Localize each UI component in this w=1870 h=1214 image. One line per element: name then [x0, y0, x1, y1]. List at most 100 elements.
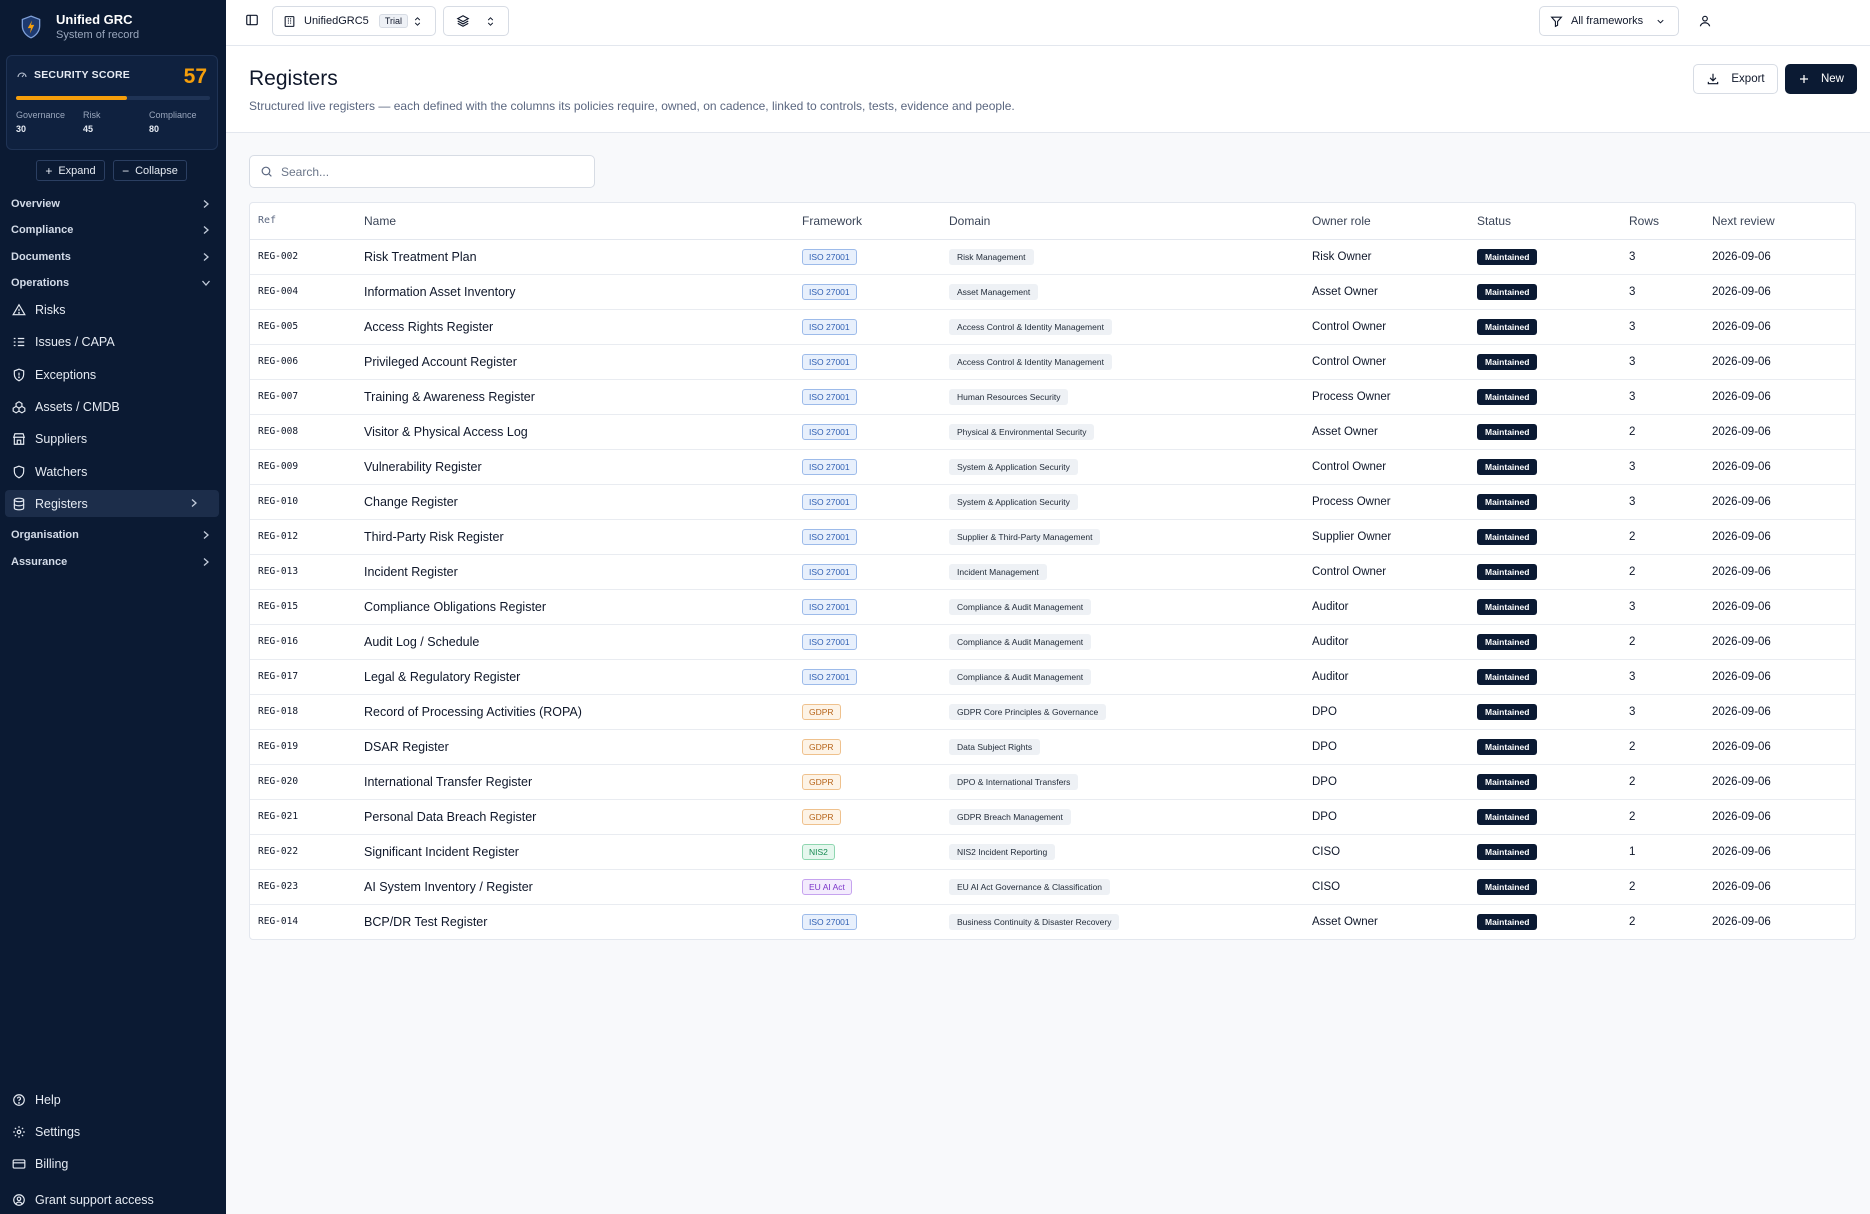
table-row[interactable]: REG-008 Visitor & Physical Access Log ISO … [250, 414, 1855, 450]
plus-icon: + [45, 163, 53, 178]
cell-ref: REG-004 [250, 274, 356, 310]
user-icon[interactable] [1698, 14, 1712, 28]
status-badge: Maintained [1477, 668, 1538, 685]
layer-switcher[interactable] [443, 6, 509, 36]
domain-tag: Human Resources Security [949, 388, 1069, 405]
column-header-ref[interactable]: Ref [250, 203, 356, 240]
cell-rows: 2 [1621, 869, 1704, 905]
cell-ref: REG-016 [250, 624, 356, 660]
cell-name[interactable]: Record of Processing Activities (ROPA) [356, 694, 794, 730]
export-button[interactable]: Export [1693, 64, 1778, 94]
cell-name[interactable]: AI System Inventory / Register [356, 869, 794, 905]
table-row[interactable]: REG-012 Third-Party Risk Register ISO 2700… [250, 519, 1855, 555]
status-badge: Maintained [1477, 353, 1538, 370]
table-row[interactable]: REG-017 Legal & Regulatory Register ISO 27… [250, 659, 1855, 695]
cell-rows: 2 [1621, 554, 1704, 590]
cell-name[interactable]: Access Rights Register [356, 309, 794, 345]
cell-name[interactable]: Visitor & Physical Access Log [356, 414, 794, 450]
column-header-name[interactable]: Name [356, 203, 794, 240]
chevron-down-icon [1657, 19, 1664, 24]
cell-name[interactable]: Information Asset Inventory [356, 274, 794, 310]
sidebar-item-label: Assets / CMDB [35, 399, 120, 414]
cell-next-review: 2026-09-06 [1704, 834, 1855, 870]
sidebar-item-risks[interactable]: Risks [5, 296, 219, 323]
nav-group-assurance[interactable]: Assurance [11, 551, 211, 573]
nav-group-operations[interactable]: Operations [11, 272, 211, 294]
status-badge: Maintained [1477, 248, 1538, 265]
cell-name[interactable]: International Transfer Register [356, 764, 794, 800]
sidebar-item-assets[interactable]: Assets / CMDB [5, 393, 219, 420]
table-row[interactable]: REG-007 Training & Awareness Register ISO … [250, 379, 1855, 415]
table-row[interactable]: REG-014 BCP/DR Test Register ISO 27001 Busi… [250, 904, 1855, 939]
sidebar-item-issues[interactable]: Issues / CAPA [5, 328, 219, 355]
cell-ref: REG-009 [250, 449, 356, 485]
score-value: 57 [183, 65, 207, 88]
cell-name[interactable]: Change Register [356, 484, 794, 520]
cell-owner-role: CISO [1304, 869, 1469, 905]
table-row[interactable]: REG-022 Significant Incident Register NIS2… [250, 834, 1855, 870]
collapse-button[interactable]: − Collapse [113, 160, 187, 181]
cell-name[interactable]: Incident Register [356, 554, 794, 590]
table-row[interactable]: REG-020 International Transfer Register GD… [250, 764, 1855, 800]
table-row[interactable]: REG-002 Risk Treatment Plan ISO 27001 Risk … [250, 239, 1855, 275]
cell-status: Maintained [1469, 904, 1621, 939]
cell-name[interactable]: BCP/DR Test Register [356, 904, 794, 939]
column-header-status[interactable]: Status [1469, 203, 1621, 240]
nav-group-documents[interactable]: Documents [11, 246, 211, 268]
sidebar-item-suppliers[interactable]: Suppliers [5, 425, 219, 452]
sidebar-item-watchers[interactable]: Watchers [5, 458, 219, 485]
expand-button[interactable]: + Expand [36, 160, 105, 181]
cell-ref: REG-013 [250, 554, 356, 590]
table-row[interactable]: REG-006 Privileged Account Register ISO 27… [250, 344, 1855, 380]
framework-filter[interactable]: All frameworks [1539, 6, 1679, 36]
cell-name[interactable]: Significant Incident Register [356, 834, 794, 870]
nav-group-overview[interactable]: Overview [11, 193, 211, 215]
boxes-icon [12, 400, 26, 414]
table-row[interactable]: REG-023 AI System Inventory / Register EU … [250, 869, 1855, 905]
cell-name[interactable]: Third-Party Risk Register [356, 519, 794, 555]
sidebar-item-billing[interactable]: Billing [5, 1150, 219, 1177]
search-input[interactable] [281, 164, 571, 179]
column-header-domain[interactable]: Domain [941, 203, 1304, 240]
column-header-rows[interactable]: Rows [1621, 203, 1704, 240]
cell-name[interactable]: Legal & Regulatory Register [356, 659, 794, 695]
workspace-switcher[interactable]: UnifiedGRC5 Trial [272, 6, 436, 36]
cell-name[interactable]: Compliance Obligations Register [356, 589, 794, 625]
brand[interactable]: Unified GRC System of record [0, 0, 226, 52]
sidebar-item-settings[interactable]: Settings [5, 1118, 219, 1145]
table-row[interactable]: REG-016 Audit Log / Schedule ISO 27001 Comp… [250, 624, 1855, 660]
table-row[interactable]: REG-004 Information Asset Inventory ISO 27… [250, 274, 1855, 310]
help-icon [13, 1093, 25, 1106]
table-row[interactable]: REG-021 Personal Data Breach Register GDPR… [250, 799, 1855, 835]
nav-group-organisation[interactable]: Organisation [11, 524, 211, 546]
cell-name[interactable]: Risk Treatment Plan [356, 239, 794, 275]
sidebar-toggle-icon[interactable] [245, 13, 259, 27]
sidebar-item-help[interactable]: Help [5, 1086, 219, 1113]
cell-name[interactable]: Audit Log / Schedule [356, 624, 794, 660]
cell-name[interactable]: Training & Awareness Register [356, 379, 794, 415]
table-row[interactable]: REG-019 DSAR Register GDPR Data Subject Rig… [250, 729, 1855, 765]
cell-name[interactable]: Privileged Account Register [356, 344, 794, 380]
table-row[interactable]: REG-010 Change Register ISO 27001 System & … [250, 484, 1855, 520]
cell-name[interactable]: Vulnerability Register [356, 449, 794, 485]
sidebar-item-label: Help [35, 1092, 61, 1107]
table-row[interactable]: REG-013 Incident Register ISO 27001 Inciden… [250, 554, 1855, 590]
sidebar-item-support-access[interactable]: Grant support access [5, 1186, 219, 1213]
cell-framework: ISO 27001 [794, 624, 941, 660]
column-header-owner-role[interactable]: Owner role [1304, 203, 1469, 240]
new-button[interactable]: New [1785, 64, 1857, 94]
chevron-right-icon [203, 200, 209, 208]
cell-domain: Data Subject Rights [941, 729, 1304, 765]
table-row[interactable]: REG-005 Access Rights Register ISO 27001 Ac… [250, 309, 1855, 345]
table-row[interactable]: REG-009 Vulnerability Register ISO 27001 Sy… [250, 449, 1855, 485]
column-header-framework[interactable]: Framework [794, 203, 941, 240]
table-row[interactable]: REG-015 Compliance Obligations Register IS… [250, 589, 1855, 625]
search-box[interactable] [249, 155, 595, 188]
column-header-next-review[interactable]: Next review [1704, 203, 1855, 240]
cell-name[interactable]: DSAR Register [356, 729, 794, 765]
sidebar-item-registers[interactable]: Registers [5, 490, 219, 517]
nav-group-compliance[interactable]: Compliance [11, 219, 211, 241]
sidebar-item-exceptions[interactable]: Exceptions [5, 361, 219, 388]
table-row[interactable]: REG-018 Record of Processing Activities (… [250, 694, 1855, 730]
cell-name[interactable]: Personal Data Breach Register [356, 799, 794, 835]
